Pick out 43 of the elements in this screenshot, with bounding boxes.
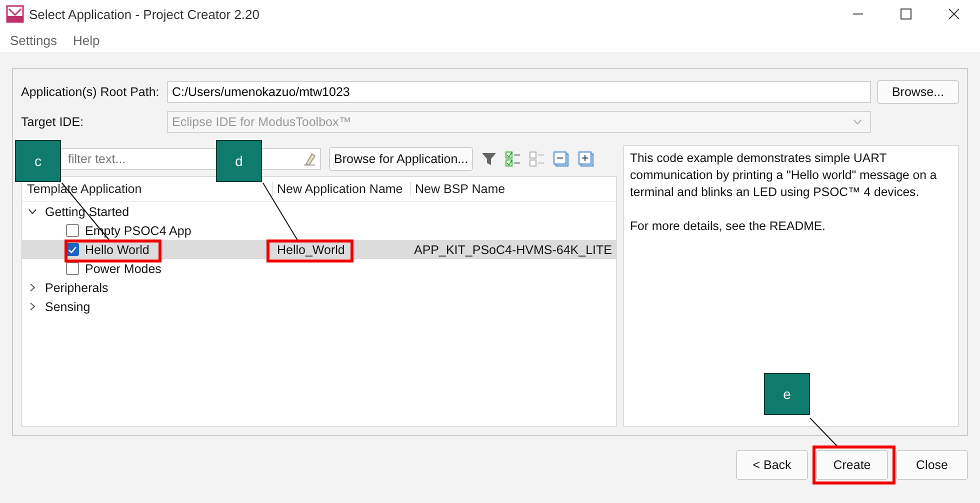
browse-button[interactable]: Browse... [877, 80, 959, 104]
template-name: Power Modes [85, 262, 162, 276]
description-text: This code example demonstrates simple UART communication by printing a "Hello world" message on a terminal and blinks an LED using PSOC™ 4 devices. [630, 150, 938, 201]
tree-group-label[interactable]: Sensing [45, 300, 90, 314]
field-label: Target IDE: [21, 115, 85, 129]
app-logo-icon [6, 5, 24, 23]
tree-row[interactable]: Hello World Hello_World APP_KIT_PSoC4-HVMS-64K_LITE [22, 240, 616, 259]
uncheck-all-icon[interactable] [529, 151, 546, 167]
callout-tooltip: d [216, 140, 262, 182]
checkbox[interactable] [66, 224, 79, 237]
close-icon[interactable] [948, 8, 960, 20]
filter-icon[interactable] [481, 151, 498, 167]
leader-line [810, 418, 838, 448]
expand-all-icon[interactable] [578, 150, 596, 168]
field-label: Application(s) Root Path: [21, 85, 160, 99]
tree-row[interactable]: Power Modes [22, 259, 616, 278]
maximize-icon[interactable] [900, 8, 912, 20]
dialog-button[interactable]: < Back [736, 450, 808, 480]
eraser-icon[interactable] [302, 152, 316, 166]
browse-for-application-button[interactable]: Browse for Application... [329, 147, 474, 171]
tree-group-label[interactable]: Getting Started [45, 204, 130, 218]
chevron-right-icon[interactable] [28, 283, 37, 292]
window-title: Select Application - Project Creator 2.20 [29, 6, 261, 22]
dialog-button[interactable]: Create [816, 450, 888, 480]
dialog-button[interactable]: Close [896, 450, 968, 480]
callout-tooltip: e [764, 373, 810, 415]
check-all-icon[interactable] [505, 151, 522, 167]
chevron-down-icon[interactable] [28, 207, 37, 216]
root-path-field[interactable]: C:/Users/umenokazuo/mtw1023 [167, 81, 871, 103]
column-header[interactable]: New BSP Name [410, 182, 616, 196]
tree-group-label[interactable]: Peripherals [45, 280, 108, 294]
callout-tooltip: c [15, 140, 61, 182]
bsp-name-cell: APP_KIT_PSoC4-HVMS-64K_LITE [414, 242, 612, 256]
collapse-all-icon[interactable] [553, 150, 570, 168]
chevron-down-icon [853, 119, 862, 125]
menu-item[interactable]: Settings [10, 32, 57, 48]
menu-item[interactable]: Help [72, 32, 100, 48]
app-name-cell: Hello_World [277, 242, 345, 256]
checkbox[interactable] [66, 262, 79, 275]
column-header[interactable]: New Application Name [272, 182, 410, 196]
template-name: Hello World [85, 242, 150, 256]
description-text: For more details, see the README. [630, 218, 826, 235]
chevron-right-icon[interactable] [28, 302, 37, 311]
